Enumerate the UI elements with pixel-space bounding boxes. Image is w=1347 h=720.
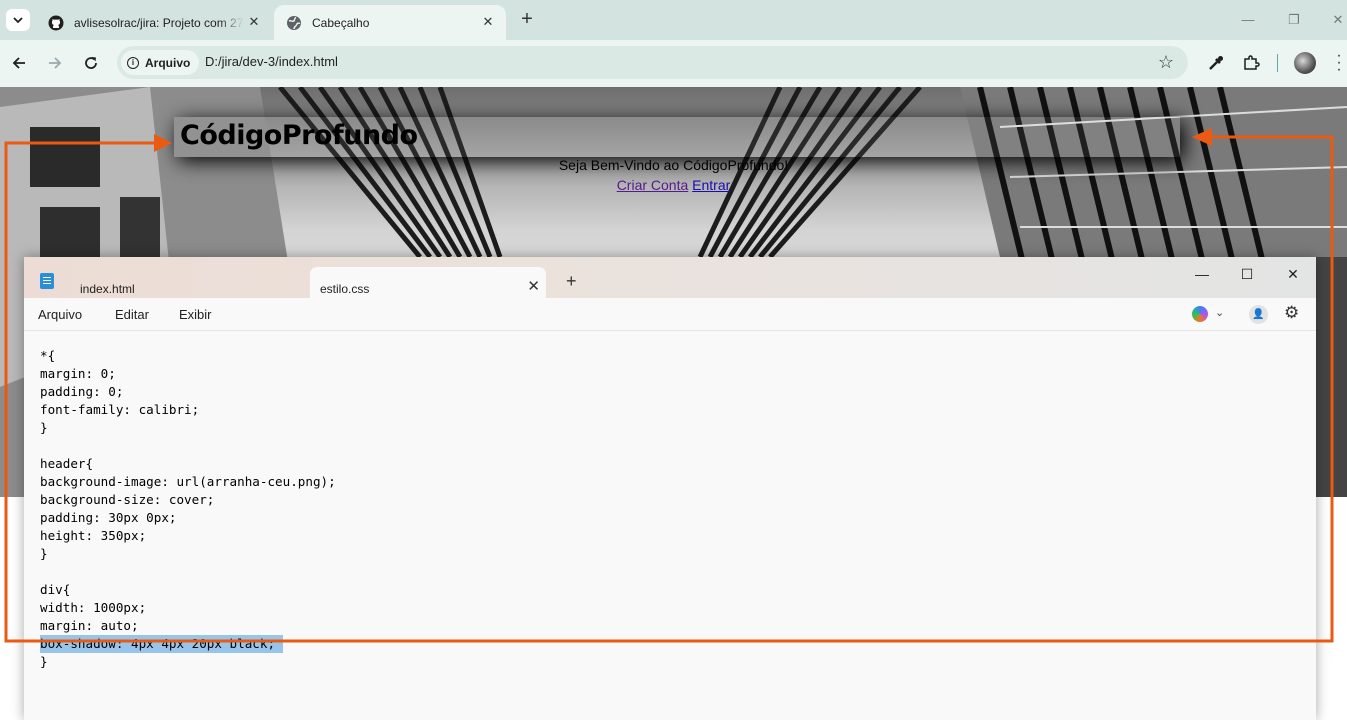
notepad-tab-index-html[interactable]: index.html [68,267,310,298]
site-info-chip[interactable]: i Arquivo [121,50,200,75]
notepad-tab-label: estilo.css [320,282,370,296]
maximize-icon[interactable]: ☐ [1234,261,1260,287]
site-title: CódigoProfundo [180,120,418,151]
new-tab-button[interactable]: + [516,9,538,31]
tab-title: Cabeçalho [312,15,370,30]
back-arrow-icon[interactable] [7,51,31,75]
reload-icon[interactable] [79,51,103,75]
create-account-link[interactable]: Criar Conta [617,177,689,193]
browser-tab-strip: avlisesolrac/jira: Projeto com 27 ✕ Cabe… [0,0,1347,40]
restore-icon[interactable]: ❐ [1280,6,1308,34]
chevron-down-icon [13,17,23,24]
toolbar-separator [1277,54,1278,72]
code-line: padding: 30px 0px; [40,510,177,525]
tab-search-button[interactable] [6,9,30,31]
code-line: div{ [40,582,71,597]
code-line: padding: 0; [40,384,124,399]
notepad-window: index.html estilo.css ✕ + — ☐ ✕ Arquivo … [24,257,1316,720]
code-line: margin: auto; [40,618,139,633]
welcome-text: Seja Bem-Vindo ao CódigoProfundo! [558,157,789,173]
url-text[interactable]: D:/jira/dev-3/index.html [205,54,338,69]
github-icon [48,15,64,31]
chevron-down-icon[interactable]: ⌄ [1215,306,1224,319]
new-notepad-tab-icon[interactable]: + [566,272,577,290]
code-line: font-family: calibri; [40,402,200,417]
notepad-tab-estilo-css[interactable]: estilo.css ✕ [310,267,546,298]
globe-icon [286,15,302,31]
forward-arrow-icon[interactable] [43,51,67,75]
notepad-app-icon [40,273,54,289]
code-line: header{ [40,456,94,471]
copilot-icon[interactable] [1192,306,1208,322]
notepad-tab-label: index.html [80,282,135,296]
notepad-menubar: Arquivo Editar Exibir ⌄ 👤 ⚙ [24,298,1316,331]
gear-icon[interactable]: ⚙ [1284,303,1299,323]
extensions-icon[interactable] [1240,52,1262,74]
close-window-icon[interactable]: ✕ [1324,6,1347,34]
browser-toolbar: i Arquivo D:/jira/dev-3/index.html ☆ · · · [0,40,1347,87]
browser-tab-github[interactable]: avlisesolrac/jira: Projeto com 27 ✕ [36,5,272,40]
bookmark-star-icon[interactable]: ☆ [1158,52,1174,72]
code-line: width: 1000px; [40,600,147,615]
menu-editar[interactable]: Editar [115,307,149,322]
site-info-label: Arquivo [145,55,191,70]
tab-title: avlisesolrac/jira: Projeto com 27 [74,15,244,30]
profile-avatar[interactable] [1294,52,1316,74]
code-line: background-image: url(arranha-ceu.png); [40,474,336,489]
menu-arquivo[interactable]: Arquivo [38,307,82,322]
code-line: margin: 0; [40,366,116,381]
notepad-titlebar: index.html estilo.css ✕ + — ☐ ✕ [24,257,1316,298]
code-line: height: 350px; [40,528,147,543]
code-editor[interactable]: *{ margin: 0; padding: 0; font-family: c… [24,332,1316,720]
minimize-icon[interactable]: — [1234,6,1262,34]
close-window-icon[interactable]: ✕ [1280,261,1306,287]
minimize-icon[interactable]: — [1189,261,1215,287]
close-tab-icon[interactable]: ✕ [480,14,496,30]
code-line: } [40,420,48,435]
code-line: } [40,654,48,669]
address-bar[interactable]: i Arquivo D:/jira/dev-3/index.html ☆ [117,46,1188,79]
more-menu-icon[interactable]: · · · [1335,48,1343,78]
code-line: *{ [40,348,56,363]
account-icon[interactable]: 👤 [1249,305,1268,324]
menu-exibir[interactable]: Exibir [179,307,212,322]
close-tab-icon[interactable]: ✕ [527,279,540,294]
info-icon: i [127,56,139,69]
browser-tab-cabecalho[interactable]: Cabeçalho ✕ [274,5,506,40]
code-line-selected: box-shadow: 4px 4px 20px black; [40,635,284,653]
code-line: background-size: cover; [40,492,215,507]
eyedropper-icon[interactable] [1205,52,1227,74]
header-links: Criar Conta Entrar [0,177,1347,193]
login-link[interactable]: Entrar [692,177,730,193]
code-line: } [40,546,48,561]
close-tab-icon[interactable]: ✕ [246,14,262,30]
